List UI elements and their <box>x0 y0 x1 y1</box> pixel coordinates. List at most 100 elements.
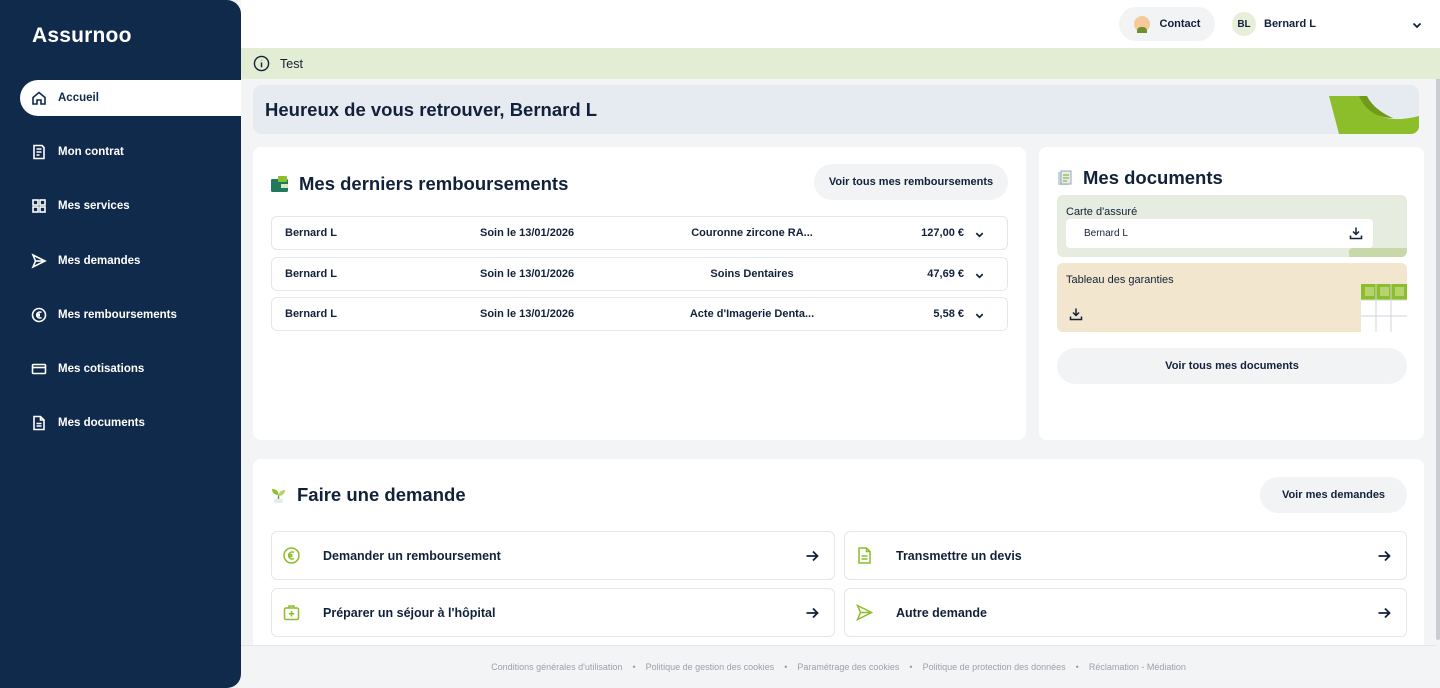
care-date: Soin le 13/01/2026 <box>480 268 575 280</box>
sidebar-item-accueil[interactable]: Accueil <box>20 80 241 116</box>
user-menu[interactable]: BL Bernard L <box>1232 12 1316 36</box>
sidebar-item-label: Mes documents <box>58 417 145 430</box>
user-avatar: BL <box>1232 12 1256 36</box>
brand-logo[interactable]: Assurnoo <box>32 24 132 48</box>
wallet-icon <box>271 175 288 192</box>
documents-title: Mes documents <box>1056 167 1223 189</box>
arrow-right-icon <box>805 549 819 563</box>
prepare-hospital-stay-button[interactable]: Préparer un séjour à l'hôpital <box>271 588 835 637</box>
sidebar-item-mes-services[interactable]: Mes services <box>0 188 241 224</box>
info-banner: Test <box>241 48 1440 79</box>
chevron-down-icon[interactable] <box>974 229 985 240</box>
home-icon <box>30 89 48 107</box>
user-name: Bernard L <box>1264 18 1316 30</box>
beneficiary-name: Bernard L <box>285 268 337 280</box>
request-plant-icon <box>272 488 285 503</box>
see-all-reimbursements-button[interactable]: Voir tous mes remboursements <box>814 164 1008 200</box>
reimbursements-card: Mes derniers remboursements Voir tous me… <box>253 147 1026 440</box>
euro-icon <box>282 546 301 565</box>
sidebar-item-mes-remboursements[interactable]: Mes remboursements <box>0 297 241 333</box>
footer: Conditions générales d'utilisation • Pol… <box>241 645 1436 688</box>
sidebar-item-mes-cotisations[interactable]: Mes cotisations <box>0 351 241 387</box>
euro-icon <box>30 306 48 324</box>
sidebar-item-label: Mon contrat <box>58 146 124 159</box>
chevron-down-icon[interactable] <box>974 270 985 281</box>
scrollbar[interactable] <box>1436 56 1440 640</box>
hospital-icon <box>282 603 301 622</box>
advisor-avatar-icon <box>1133 16 1150 33</box>
see-all-documents-button[interactable]: Voir tous mes documents <box>1057 348 1407 384</box>
care-date: Soin le 13/01/2026 <box>480 227 575 239</box>
care-date: Soin le 13/01/2026 <box>480 308 575 320</box>
footer-link-complaints[interactable]: Réclamation - Médiation <box>1089 662 1186 672</box>
download-icon[interactable] <box>1349 226 1363 240</box>
contact-button[interactable]: Contact <box>1119 7 1215 41</box>
guarantees-label: Tableau des garanties <box>1066 274 1174 286</box>
contract-icon <box>30 143 48 161</box>
document-icon <box>30 414 48 432</box>
top-bar: Contact BL Bernard L <box>241 0 1440 48</box>
download-icon[interactable] <box>1069 307 1083 321</box>
sidebar-item-mon-contrat[interactable]: Mon contrat <box>0 134 241 170</box>
arrow-right-icon <box>1377 606 1391 620</box>
reimbursement-row[interactable]: Bernard L Soin le 13/01/2026 Acte d'Imag… <box>271 297 1008 331</box>
guarantees-table-tile[interactable]: Tableau des garanties <box>1057 263 1407 332</box>
footer-link-cookies-settings[interactable]: Paramétrage des cookies <box>797 662 899 672</box>
arrow-right-icon <box>805 606 819 620</box>
info-icon <box>253 55 270 72</box>
footer-link-cookies-policy[interactable]: Politique de gestion des cookies <box>646 662 775 672</box>
beneficiary-name: Bernard L <box>285 308 337 320</box>
sidebar-item-mes-documents[interactable]: Mes documents <box>0 405 241 441</box>
document-icon <box>855 546 874 565</box>
beneficiary-name: Bernard L <box>285 227 337 239</box>
contact-label: Contact <box>1159 18 1201 30</box>
insured-card-holder: Bernard L <box>1084 228 1128 239</box>
footer-separator: • <box>632 662 636 672</box>
see-my-requests-button[interactable]: Voir mes demandes <box>1260 477 1407 513</box>
footer-link-privacy[interactable]: Politique de protection des données <box>923 662 1066 672</box>
sidebar: Assurnoo Accueil Mon contrat Mes service… <box>0 0 241 688</box>
sidebar-item-label: Mes demandes <box>58 254 141 267</box>
reimbursed-amount: 47,69 € <box>927 268 964 280</box>
insured-card-label: Carte d'assuré <box>1066 206 1138 218</box>
care-act: Couronne zircone RA... <box>691 227 813 239</box>
other-request-button[interactable]: Autre demande <box>844 588 1407 637</box>
welcome-banner: Heureux de vous retrouver, Bernard L <box>253 85 1419 134</box>
sidebar-item-label: Mes services <box>58 200 130 213</box>
footer-separator: • <box>909 662 913 672</box>
request-label: Demander un remboursement <box>323 549 501 563</box>
reimbursement-row[interactable]: Bernard L Soin le 13/01/2026 Soins Denta… <box>271 257 1008 291</box>
reimbursements-title-text: Mes derniers remboursements <box>299 173 569 194</box>
info-banner-text: Test <box>280 56 303 71</box>
care-act: Acte d'Imagerie Denta... <box>689 308 815 320</box>
sidebar-item-label: Mes remboursements <box>58 308 177 321</box>
documents-icon <box>1058 170 1072 185</box>
reimbursements-title: Mes derniers remboursements <box>270 173 568 195</box>
sidebar-nav: Accueil Mon contrat Mes services Mes dem… <box>0 80 241 459</box>
requests-card: Faire une demande Voir mes demandes Dema… <box>253 459 1424 645</box>
reimbursed-amount: 127,00 € <box>921 227 964 239</box>
reimbursement-row[interactable]: Bernard L Soin le 13/01/2026 Couronne zi… <box>271 216 1008 250</box>
insured-card-tile[interactable]: Carte d'assuré Bernard L <box>1057 195 1407 257</box>
chevron-down-icon[interactable] <box>974 310 985 321</box>
send-icon <box>855 603 874 622</box>
card-icon <box>30 360 48 378</box>
send-icon <box>30 252 48 270</box>
sidebar-item-label: Accueil <box>58 92 99 104</box>
sidebar-item-mes-demandes[interactable]: Mes demandes <box>0 243 241 279</box>
decorative-leaf-icon <box>1329 96 1419 134</box>
request-label: Autre demande <box>896 606 987 620</box>
reimbursed-amount: 5,58 € <box>933 308 964 320</box>
footer-link-terms[interactable]: Conditions générales d'utilisation <box>491 662 622 672</box>
request-label: Transmettre un devis <box>896 549 1022 563</box>
arrow-right-icon <box>1377 549 1391 563</box>
chevron-down-icon[interactable] <box>1411 18 1423 30</box>
send-quote-button[interactable]: Transmettre un devis <box>844 531 1407 580</box>
care-act: Soins Dentaires <box>710 268 794 280</box>
card-corner-shape <box>1349 248 1407 257</box>
requests-title: Faire une demande <box>270 484 466 506</box>
request-reimbursement-button[interactable]: Demander un remboursement <box>271 531 835 580</box>
documents-title-text: Mes documents <box>1083 167 1223 188</box>
table-illustration-icon <box>1361 284 1407 332</box>
request-label: Préparer un séjour à l'hôpital <box>323 606 496 620</box>
